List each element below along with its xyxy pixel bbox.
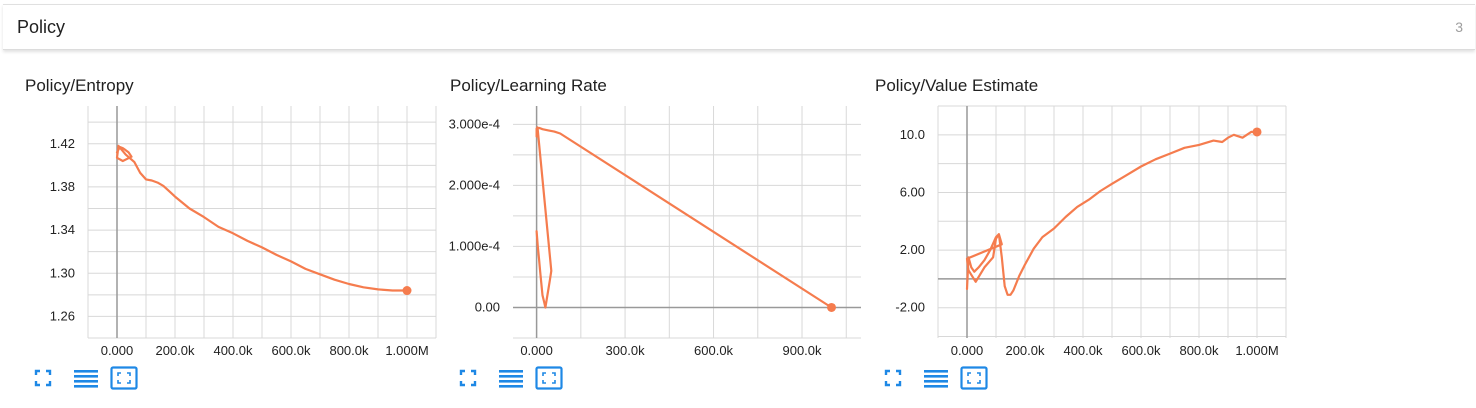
chart-plot[interactable]: 0.000 200.0k 400.0k 600.0k 800.0k 1.000M 1.42 1… <box>0 60 440 360</box>
chart-plot[interactable]: 0.000 300.0k 600.0k 900.0k 3.000e-4 2.000e-4 1… <box>425 60 865 360</box>
x-tick-label: 1.000M <box>385 343 428 358</box>
y-tick-label: 1.26 <box>50 308 75 323</box>
fit-domain-button[interactable] <box>456 366 480 390</box>
y-tick-label: 2.00 <box>900 242 925 257</box>
y-tick-label: 1.000e-4 <box>449 238 500 253</box>
expand-chart-icon <box>960 366 988 390</box>
section-header[interactable]: Policy 3 <box>3 4 1475 50</box>
expand-chart-icon <box>110 366 138 390</box>
section-title: Policy <box>17 17 66 37</box>
y-tick-label: 1.38 <box>50 179 75 194</box>
x-tick-label: 400.0k <box>213 343 253 358</box>
x-tick-label: 0.000 <box>101 343 134 358</box>
series-end-point <box>827 302 837 312</box>
expand-chart-button[interactable] <box>960 366 988 390</box>
x-tick-label: 0.000 <box>520 343 553 358</box>
chart-card-entropy: Policy/Entropy 0.000 200.0k 400.0k 600.0k 80… <box>0 60 437 400</box>
y-tick-label: 1.34 <box>50 222 75 237</box>
toggle-log-scale-icon <box>924 370 948 388</box>
y-tick-label: 6.00 <box>900 184 925 199</box>
x-tick-label: 600.0k <box>694 343 734 358</box>
fit-domain-button[interactable] <box>31 366 55 390</box>
y-tick-label: 3.000e-4 <box>449 116 500 131</box>
x-tick-label: 400.0k <box>1063 343 1103 358</box>
toggle-log-scale-icon <box>74 370 98 388</box>
y-tick-label: 1.42 <box>50 136 75 151</box>
expand-chart-button[interactable] <box>535 366 563 390</box>
y-tick-label: -2.00 <box>895 300 925 315</box>
x-tick-label: 600.0k <box>1121 343 1161 358</box>
toggle-log-scale-icon <box>499 370 523 388</box>
y-tick-label: 10.0 <box>900 127 925 142</box>
expand-chart-button[interactable] <box>110 366 138 390</box>
x-tick-label: 900.0k <box>782 343 822 358</box>
fit-domain-button[interactable] <box>881 366 905 390</box>
series-end-point <box>1252 127 1262 137</box>
x-tick-label: 200.0k <box>155 343 195 358</box>
y-tick-label: 0.00 <box>475 299 500 314</box>
chart-card-learning-rate: Policy/Learning Rate 0.000 300.0k 600.0k 90… <box>425 60 861 400</box>
log-scale-button[interactable] <box>922 366 948 390</box>
fit-domain-icon <box>459 369 477 387</box>
x-tick-label: 300.0k <box>606 343 646 358</box>
fit-domain-icon <box>34 369 52 387</box>
chart-plot[interactable]: 0.000 200.0k 400.0k 600.0k 800.0k 1.000M 10.0 6… <box>850 60 1290 360</box>
x-tick-label: 200.0k <box>1005 343 1045 358</box>
expand-chart-icon <box>535 366 563 390</box>
log-scale-button[interactable] <box>497 366 523 390</box>
y-tick-label: 1.30 <box>50 265 75 280</box>
x-tick-label: 800.0k <box>329 343 369 358</box>
chart-card-value-estimate: Policy/Value Estimate 0.000 200.0k 400.0k 6… <box>850 60 1287 400</box>
x-tick-label: 1.000M <box>1235 343 1278 358</box>
y-tick-label: 2.000e-4 <box>449 177 500 192</box>
fit-domain-icon <box>884 369 902 387</box>
series-end-point <box>402 286 412 296</box>
section-count: 3 <box>1455 19 1463 35</box>
x-tick-label: 0.000 <box>951 343 984 358</box>
x-tick-label: 600.0k <box>271 343 311 358</box>
x-tick-label: 800.0k <box>1179 343 1219 358</box>
log-scale-button[interactable] <box>72 366 98 390</box>
